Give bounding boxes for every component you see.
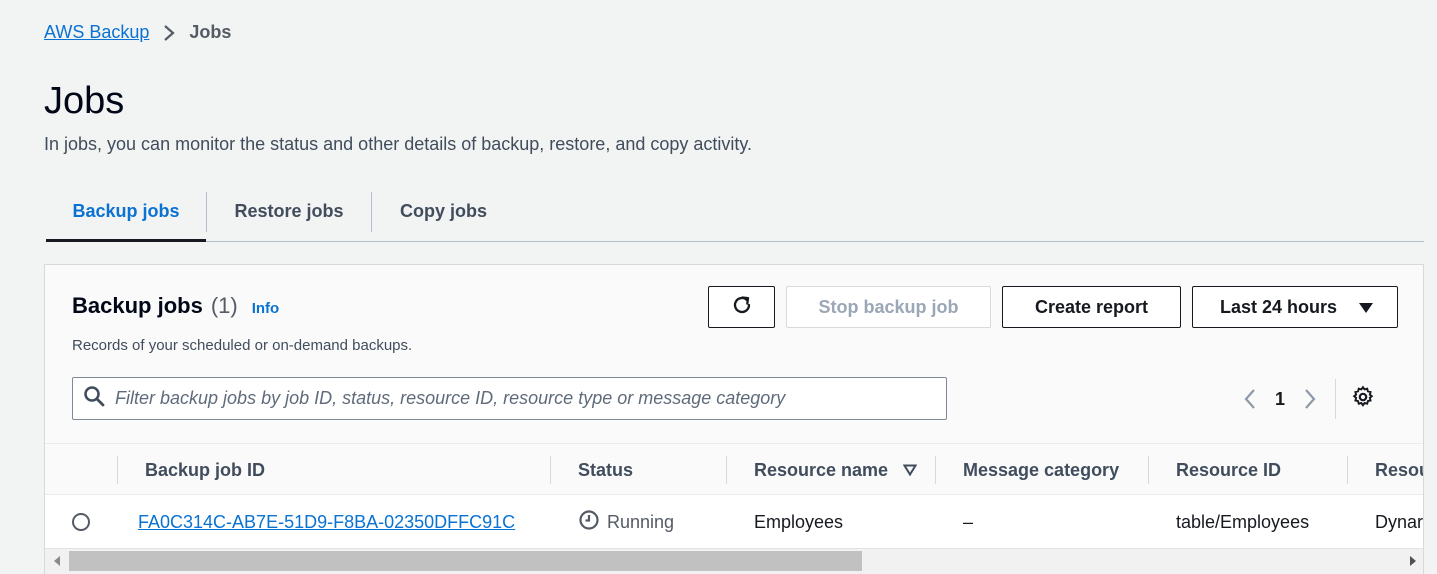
jobs-tabs: Backup jobs Restore jobs Copy jobs xyxy=(46,182,1424,242)
column-header-resource-type[interactable]: Resou xyxy=(1348,444,1423,496)
panel-title: Backup jobs xyxy=(72,293,203,318)
pagination-divider xyxy=(1335,379,1336,419)
job-count: (1) xyxy=(210,293,238,318)
table-row: FA0C314C-AB7E-51D9-F8BA-02350DFFC91C Run… xyxy=(45,495,1424,550)
page-description: In jobs, you can monitor the status and … xyxy=(44,134,753,154)
search-icon xyxy=(83,385,105,412)
backup-job-id-link[interactable]: FA0C314C-AB7E-51D9-F8BA-02350DFFC91C xyxy=(138,512,515,533)
panel-description: Records of your scheduled or on-demand b… xyxy=(72,337,413,354)
cell-message-category: – xyxy=(963,512,974,532)
stop-backup-job-button[interactable]: Stop backup job xyxy=(786,286,991,328)
column-header-status[interactable]: Status xyxy=(551,444,633,496)
cell-resource-name: Employees xyxy=(754,512,844,532)
refresh-button[interactable] xyxy=(708,286,775,328)
cell-resource-type: Dynar xyxy=(1375,512,1424,532)
page-title: Jobs xyxy=(44,80,125,122)
row-select-radio[interactable] xyxy=(72,513,90,531)
previous-page-button[interactable] xyxy=(1235,384,1265,414)
scroll-left-arrow-icon[interactable] xyxy=(54,556,60,566)
gear-icon xyxy=(1351,385,1375,414)
scrollbar-thumb[interactable] xyxy=(69,551,862,571)
scroll-right-arrow-icon[interactable] xyxy=(1410,556,1416,566)
column-header-resource-id[interactable]: Resource ID xyxy=(1149,444,1281,496)
pagination: 1 xyxy=(1235,379,1378,419)
time-range-dropdown[interactable]: Last 24 hours xyxy=(1192,286,1398,328)
status-text: Running xyxy=(607,512,675,532)
next-page-button[interactable] xyxy=(1295,384,1325,414)
horizontal-scrollbar[interactable] xyxy=(45,548,1423,574)
column-header-backup-job-id[interactable]: Backup job ID xyxy=(118,444,265,496)
tab-backup-jobs[interactable]: Backup jobs xyxy=(46,182,206,242)
backup-jobs-panel: Backup jobs (1) Info Records of your sch… xyxy=(44,264,1424,574)
sort-descending-icon xyxy=(902,460,918,481)
breadcrumb-link-aws-backup[interactable]: AWS Backup xyxy=(44,22,149,43)
time-range-label: Last 24 hours xyxy=(1220,296,1338,317)
breadcrumb: AWS Backup Jobs xyxy=(44,22,231,43)
column-header-resource-name[interactable]: Resource name xyxy=(727,444,935,496)
clock-icon xyxy=(578,509,607,536)
column-header-message-category[interactable]: Message category xyxy=(936,444,1119,496)
tab-restore-jobs[interactable]: Restore jobs xyxy=(207,182,371,240)
chevron-right-icon xyxy=(163,24,176,42)
table-header: Backup job ID Status Resource name Messa… xyxy=(45,443,1423,496)
filter-input[interactable] xyxy=(115,388,946,409)
panel-header: Backup jobs (1) Info xyxy=(72,293,279,319)
column-header-label: Resource name xyxy=(754,459,889,480)
settings-button[interactable] xyxy=(1348,384,1378,414)
refresh-icon xyxy=(731,294,753,321)
caret-down-icon xyxy=(1359,297,1373,318)
cell-backup-job-id: FA0C314C-AB7E-51D9-F8BA-02350DFFC91C xyxy=(111,495,515,550)
filter-search xyxy=(72,377,947,420)
page-number[interactable]: 1 xyxy=(1265,389,1295,410)
tab-copy-jobs[interactable]: Copy jobs xyxy=(372,182,515,240)
create-report-button[interactable]: Create report xyxy=(1002,286,1181,328)
cell-resource-id: table/Employees xyxy=(1176,512,1310,532)
cell-status: Running xyxy=(551,495,674,550)
breadcrumb-current: Jobs xyxy=(189,22,232,42)
info-link[interactable]: Info xyxy=(252,300,280,317)
